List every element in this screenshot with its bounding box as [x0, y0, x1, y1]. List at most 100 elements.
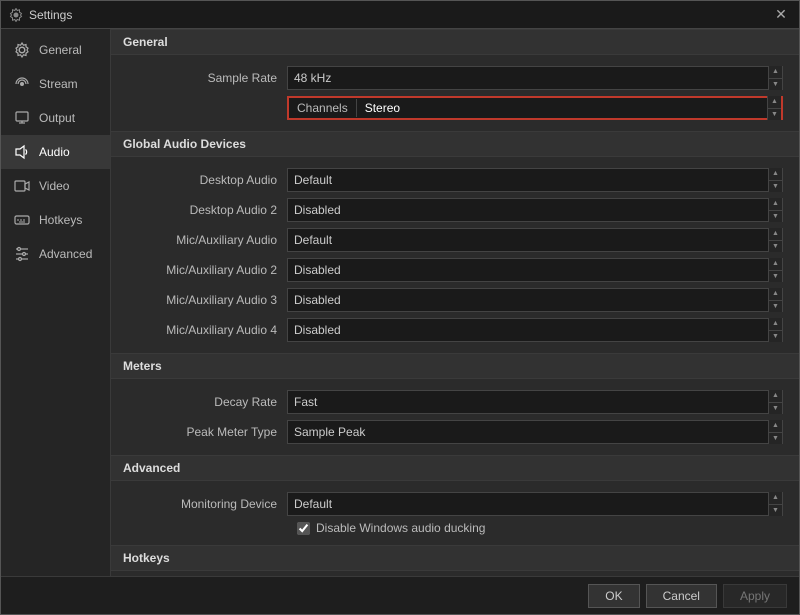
- sidebar-advanced-label: Advanced: [39, 247, 92, 261]
- sidebar-output-label: Output: [39, 111, 75, 125]
- sample-rate-value: 48 kHz: [288, 69, 768, 87]
- mic-aux-down[interactable]: ▼: [769, 240, 782, 253]
- mic-aux-3-value: Disabled: [288, 291, 768, 309]
- mic-aux-3-down[interactable]: ▼: [769, 300, 782, 313]
- mic-aux-4-up[interactable]: ▲: [769, 318, 782, 330]
- ducking-checkbox-row: Disable Windows audio ducking: [127, 521, 783, 535]
- monitoring-device-control[interactable]: Default ▲ ▼: [287, 492, 783, 516]
- main-panel: General Sample Rate 48 kHz ▲ ▼: [111, 29, 799, 576]
- settings-window: Settings ✕ General Stream Ou: [0, 0, 800, 615]
- ok-button[interactable]: OK: [588, 584, 639, 608]
- mic-aux-3-label: Mic/Auxiliary Audio 3: [127, 293, 287, 307]
- monitoring-device-up[interactable]: ▲: [769, 492, 782, 504]
- meters-section-header: Meters: [111, 353, 799, 379]
- mic-aux-4-value: Disabled: [288, 321, 768, 339]
- desktop-audio-row: Desktop Audio Default ▲ ▼: [127, 167, 783, 193]
- sample-rate-arrows[interactable]: ▲ ▼: [768, 66, 782, 90]
- window-title: Settings: [29, 8, 72, 22]
- advanced-section-content: Monitoring Device Default ▲ ▼ Disable Wi…: [111, 481, 799, 545]
- mic-aux-2-label: Mic/Auxiliary Audio 2: [127, 263, 287, 277]
- video-icon: [13, 177, 31, 195]
- stream-icon: [13, 75, 31, 93]
- mic-aux-up[interactable]: ▲: [769, 228, 782, 240]
- sample-rate-up[interactable]: ▲: [769, 66, 782, 78]
- ducking-label: Disable Windows audio ducking: [316, 521, 485, 535]
- sidebar-hotkeys-label: Hotkeys: [39, 213, 82, 227]
- decay-rate-control[interactable]: Fast ▲ ▼: [287, 390, 783, 414]
- settings-icon: [9, 8, 23, 22]
- sidebar-item-stream[interactable]: Stream: [1, 67, 110, 101]
- peak-meter-up[interactable]: ▲: [769, 420, 782, 432]
- global-audio-section-header: Global Audio Devices: [111, 131, 799, 157]
- peak-meter-control[interactable]: Sample Peak ▲ ▼: [287, 420, 783, 444]
- mic-aux-4-label: Mic/Auxiliary Audio 4: [127, 323, 287, 337]
- mic-aux-2-control[interactable]: Disabled ▲ ▼: [287, 258, 783, 282]
- sidebar-item-output[interactable]: Output: [1, 101, 110, 135]
- sidebar-item-advanced[interactable]: Advanced: [1, 237, 110, 271]
- desktop-audio-label: Desktop Audio: [127, 173, 287, 187]
- output-icon: [13, 109, 31, 127]
- meters-section-content: Decay Rate Fast ▲ ▼ Peak Meter Type Samp…: [111, 379, 799, 455]
- cancel-button[interactable]: Cancel: [646, 584, 717, 608]
- apply-button[interactable]: Apply: [723, 584, 787, 608]
- general-section-header: General: [111, 29, 799, 55]
- channels-down[interactable]: ▼: [768, 108, 781, 121]
- audio-icon: [13, 143, 31, 161]
- mic-aux-3-control[interactable]: Disabled ▲ ▼: [287, 288, 783, 312]
- mic-aux-4-down[interactable]: ▼: [769, 330, 782, 343]
- titlebar: Settings ✕: [1, 1, 799, 29]
- peak-meter-row: Peak Meter Type Sample Peak ▲ ▼: [127, 419, 783, 445]
- monitoring-device-row: Monitoring Device Default ▲ ▼: [127, 491, 783, 517]
- monitoring-device-label: Monitoring Device: [127, 497, 287, 511]
- sidebar-item-audio[interactable]: Audio: [1, 135, 110, 169]
- mic-aux-value: Default: [288, 231, 768, 249]
- sidebar-general-label: General: [39, 43, 82, 57]
- monitoring-device-down[interactable]: ▼: [769, 504, 782, 517]
- desktop-audio-2-up[interactable]: ▲: [769, 198, 782, 210]
- sample-rate-label: Sample Rate: [127, 71, 287, 85]
- monitoring-device-value: Default: [288, 495, 768, 513]
- sample-rate-control[interactable]: 48 kHz ▲ ▼: [287, 66, 783, 90]
- sample-rate-row: Sample Rate 48 kHz ▲ ▼: [127, 65, 783, 91]
- mic-aux-4-control[interactable]: Disabled ▲ ▼: [287, 318, 783, 342]
- decay-rate-label: Decay Rate: [127, 395, 287, 409]
- channels-control[interactable]: Channels Stereo ▲ ▼: [287, 96, 783, 120]
- ducking-checkbox[interactable]: [297, 522, 310, 535]
- sidebar: General Stream Output Audio: [1, 29, 111, 576]
- desktop-audio-up[interactable]: ▲: [769, 168, 782, 180]
- mic-aux-2-up[interactable]: ▲: [769, 258, 782, 270]
- mic-aux-2-down[interactable]: ▼: [769, 270, 782, 283]
- sidebar-item-hotkeys[interactable]: Hotkeys: [1, 203, 110, 237]
- peak-meter-value: Sample Peak: [288, 423, 768, 441]
- advanced-section-header: Advanced: [111, 455, 799, 481]
- desktop-audio-down[interactable]: ▼: [769, 180, 782, 193]
- close-button[interactable]: ✕: [771, 5, 791, 25]
- desktop-audio-2-row: Desktop Audio 2 Disabled ▲ ▼: [127, 197, 783, 223]
- hotkeys-section-header: Hotkeys: [111, 545, 799, 571]
- mic-aux-control[interactable]: Default ▲ ▼: [287, 228, 783, 252]
- general-icon: [13, 41, 31, 59]
- mic-aux-2-row: Mic/Auxiliary Audio 2 Disabled ▲ ▼: [127, 257, 783, 283]
- mic-aux-3-up[interactable]: ▲: [769, 288, 782, 300]
- desktop-audio-2-control[interactable]: Disabled ▲ ▼: [287, 198, 783, 222]
- desktop-audio-control[interactable]: Default ▲ ▼: [287, 168, 783, 192]
- sidebar-item-general[interactable]: General: [1, 33, 110, 67]
- sample-rate-down[interactable]: ▼: [769, 78, 782, 91]
- desktop-audio-2-down[interactable]: ▼: [769, 210, 782, 223]
- desktop-audio-2-value: Disabled: [288, 201, 768, 219]
- peak-meter-down[interactable]: ▼: [769, 432, 782, 445]
- mic-aux-2-value: Disabled: [288, 261, 768, 279]
- desktop-audio-2-label: Desktop Audio 2: [127, 203, 287, 217]
- mic-aux-row: Mic/Auxiliary Audio Default ▲ ▼: [127, 227, 783, 253]
- decay-rate-value: Fast: [288, 393, 768, 411]
- general-section-content: Sample Rate 48 kHz ▲ ▼ Channels Stereo: [111, 55, 799, 131]
- channels-value: Stereo: [357, 99, 767, 117]
- advanced-icon: [13, 245, 31, 263]
- decay-rate-row: Decay Rate Fast ▲ ▼: [127, 389, 783, 415]
- channels-up[interactable]: ▲: [768, 96, 781, 108]
- decay-rate-down[interactable]: ▼: [769, 402, 782, 415]
- channels-arrows[interactable]: ▲ ▼: [767, 96, 781, 120]
- sidebar-item-video[interactable]: Video: [1, 169, 110, 203]
- decay-rate-up[interactable]: ▲: [769, 390, 782, 402]
- titlebar-left: Settings: [9, 8, 72, 22]
